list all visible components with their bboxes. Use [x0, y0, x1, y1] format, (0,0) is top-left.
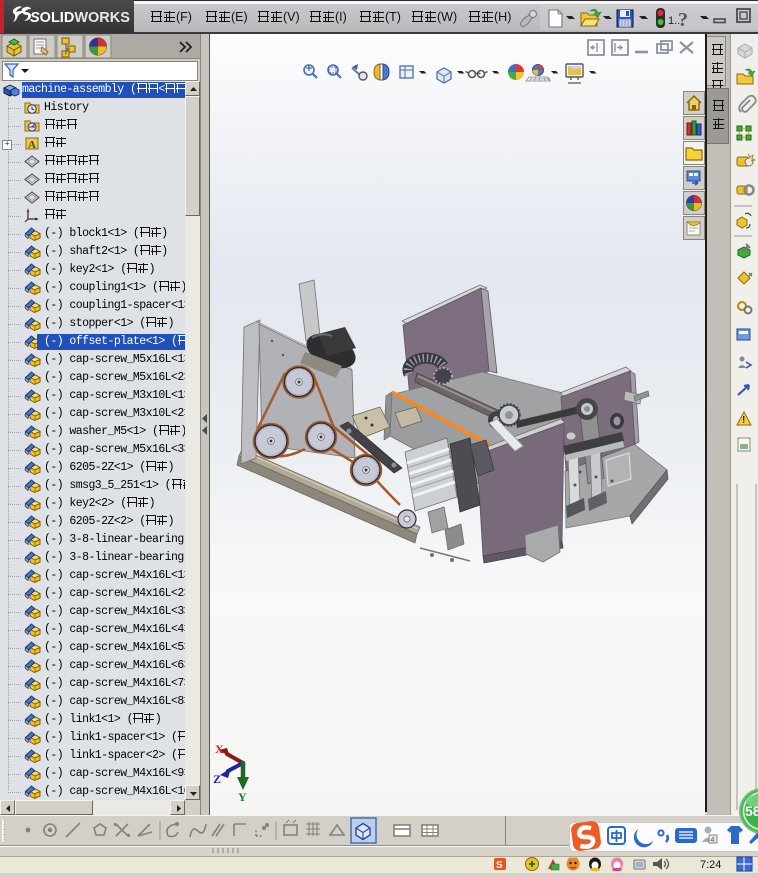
svg-text:?: ?: [678, 9, 688, 31]
svg-text:!: !: [742, 415, 745, 426]
svg-text:Y: Y: [238, 790, 247, 804]
svg-text:X: X: [215, 742, 224, 756]
svg-text:7:24: 7:24: [700, 859, 721, 871]
svg-text:Z: Z: [213, 772, 221, 786]
svg-text:4: 4: [711, 837, 715, 844]
svg-text:A: A: [28, 139, 36, 151]
svg-text:58: 58: [745, 803, 758, 819]
svg-text:S: S: [496, 860, 503, 871]
